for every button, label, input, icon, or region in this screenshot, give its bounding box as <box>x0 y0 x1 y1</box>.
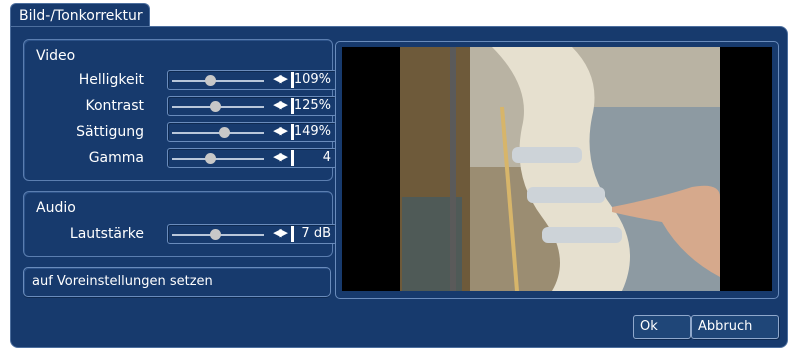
brightness-row: Helligkeit ◀▶ 109% <box>24 70 337 92</box>
dialog-body: Video Helligkeit ◀▶ 109% Kontrast ◀▶ 125… <box>10 26 788 348</box>
volume-slider[interactable]: ◀▶ 7 dB <box>167 224 337 244</box>
saturation-slider[interactable]: ◀▶ 149% <box>167 122 337 142</box>
volume-row: Lautstärke ◀▶ 7 dB <box>24 224 337 246</box>
brightness-value: 109% <box>293 72 331 87</box>
dialog-tab: Bild-/Tonkorrektur <box>10 3 150 27</box>
slider-track <box>172 158 264 160</box>
cancel-label: Abbruch <box>698 319 753 334</box>
left-right-arrows-icon[interactable]: ◀▶ <box>273 150 288 163</box>
saturation-row: Sättigung ◀▶ 149% <box>24 122 337 144</box>
left-right-arrows-icon[interactable]: ◀▶ <box>273 72 288 85</box>
video-panel-title: Video <box>36 48 76 64</box>
saturation-value: 149% <box>293 124 331 139</box>
gamma-slider[interactable]: ◀▶ 4 <box>167 148 337 168</box>
slider-end-bar <box>291 150 294 166</box>
slider-knob[interactable] <box>210 101 222 112</box>
gamma-row: Gamma ◀▶ 4 <box>24 148 337 170</box>
slider-knob[interactable] <box>210 229 222 240</box>
brightness-label: Helligkeit <box>78 72 144 88</box>
gamma-value: 4 <box>322 150 331 165</box>
slider-end-bar <box>291 226 294 242</box>
audio-panel-title: Audio <box>36 200 76 216</box>
preview-frame <box>335 41 779 299</box>
slider-track <box>172 80 264 82</box>
slider-knob[interactable] <box>204 75 216 86</box>
volume-value: 7 dB <box>301 226 331 241</box>
left-right-arrows-icon[interactable]: ◀▶ <box>273 98 288 111</box>
volume-label: Lautstärke <box>69 226 144 242</box>
ok-button[interactable]: Ok <box>633 315 691 339</box>
video-panel: Video Helligkeit ◀▶ 109% Kontrast ◀▶ 125… <box>23 39 337 181</box>
reset-defaults-label: auf Voreinstellungen setzen <box>32 274 213 289</box>
audio-panel: Audio Lautstärke ◀▶ 7 dB <box>23 191 337 257</box>
slider-knob[interactable] <box>218 127 230 138</box>
ok-label: Ok <box>640 319 658 334</box>
slider-knob[interactable] <box>204 153 216 164</box>
contrast-slider[interactable]: ◀▶ 125% <box>167 96 337 116</box>
reset-defaults-button[interactable]: auf Voreinstellungen setzen <box>23 267 331 297</box>
left-right-arrows-icon[interactable]: ◀▶ <box>273 226 288 239</box>
dialog-title: Bild-/Tonkorrektur <box>19 8 143 24</box>
gamma-label: Gamma <box>88 150 144 166</box>
left-right-arrows-icon[interactable]: ◀▶ <box>273 124 288 137</box>
cancel-button[interactable]: Abbruch <box>691 315 779 339</box>
contrast-value: 125% <box>293 98 331 113</box>
video-preview <box>342 47 772 291</box>
contrast-label: Kontrast <box>85 98 144 114</box>
contrast-row: Kontrast ◀▶ 125% <box>24 96 337 118</box>
preview-image <box>342 47 772 291</box>
saturation-label: Sättigung <box>76 124 144 140</box>
brightness-slider[interactable]: ◀▶ 109% <box>167 70 337 90</box>
